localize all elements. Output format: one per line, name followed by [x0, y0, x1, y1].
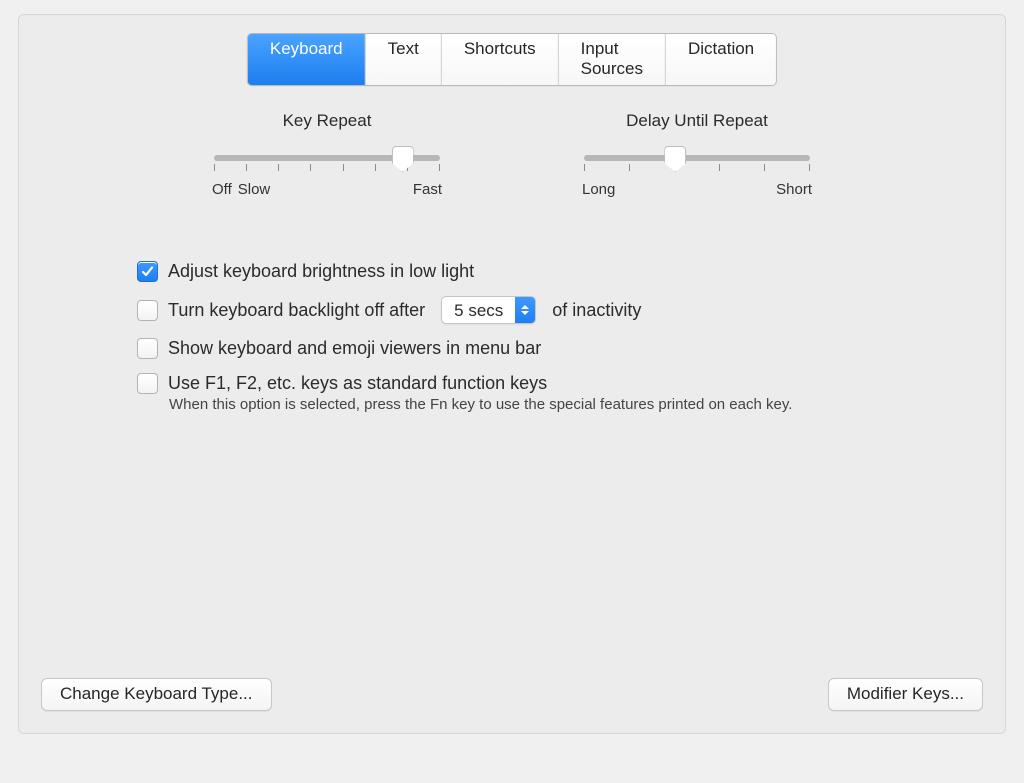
tab-bar: Keyboard Text Shortcuts Input Sources Di…	[247, 33, 777, 86]
chevron-down-icon	[521, 311, 529, 315]
keyboard-preferences-window: Keyboard Text Shortcuts Input Sources Di…	[18, 14, 1006, 734]
key-repeat-title: Key Repeat	[212, 111, 442, 131]
bottom-bar: Change Keyboard Type... Modifier Keys...	[41, 678, 983, 711]
delay-repeat-short-label: Short	[776, 181, 812, 198]
row-function-keys: Use F1, F2, etc. keys as standard functi…	[137, 373, 965, 394]
key-repeat-slow-label: Slow	[238, 181, 271, 198]
delay-repeat-long-label: Long	[582, 181, 615, 198]
hint-function-keys: When this option is selected, press the …	[169, 396, 965, 413]
sliders-row: Key Repeat Off Slow Fast Delay Until Rep…	[19, 111, 1005, 198]
label-backlight-before: Turn keyboard backlight off after	[168, 300, 425, 321]
delay-repeat-slider[interactable]	[584, 155, 810, 161]
checkbox-list: Adjust keyboard brightness in low light …	[137, 261, 965, 413]
check-icon	[141, 265, 154, 278]
label-adjust-brightness: Adjust keyboard brightness in low light	[168, 261, 474, 282]
label-function-keys: Use F1, F2, etc. keys as standard functi…	[168, 373, 547, 394]
tab-text[interactable]: Text	[366, 34, 442, 85]
chevron-up-icon	[521, 305, 529, 309]
tab-input-sources[interactable]: Input Sources	[559, 34, 666, 85]
label-show-viewers: Show keyboard and emoji viewers in menu …	[168, 338, 541, 359]
tab-shortcuts[interactable]: Shortcuts	[442, 34, 559, 85]
key-repeat-fast-label: Fast	[413, 181, 442, 198]
row-show-viewers: Show keyboard and emoji viewers in menu …	[137, 338, 965, 359]
checkbox-adjust-brightness[interactable]	[137, 261, 158, 282]
tab-dictation[interactable]: Dictation	[666, 34, 776, 85]
row-backlight-off: Turn keyboard backlight off after 5 secs…	[137, 296, 965, 324]
label-backlight-after: of inactivity	[552, 300, 641, 321]
delay-repeat-group: Delay Until Repeat Long Short	[582, 111, 812, 198]
backlight-timeout-value: 5 secs	[442, 297, 515, 323]
modifier-keys-button[interactable]: Modifier Keys...	[828, 678, 983, 711]
stepper-icon	[515, 297, 535, 323]
delay-repeat-labels: Long Short	[582, 181, 812, 198]
delay-repeat-title: Delay Until Repeat	[582, 111, 812, 131]
tab-keyboard[interactable]: Keyboard	[248, 34, 366, 85]
key-repeat-group: Key Repeat Off Slow Fast	[212, 111, 442, 198]
row-adjust-brightness: Adjust keyboard brightness in low light	[137, 261, 965, 282]
checkbox-backlight-off[interactable]	[137, 300, 158, 321]
backlight-timeout-select[interactable]: 5 secs	[441, 296, 536, 324]
checkbox-show-viewers[interactable]	[137, 338, 158, 359]
change-keyboard-type-button[interactable]: Change Keyboard Type...	[41, 678, 272, 711]
key-repeat-off-label: Off	[212, 181, 232, 198]
key-repeat-labels: Off Slow Fast	[212, 181, 442, 198]
key-repeat-slider[interactable]	[214, 155, 440, 161]
checkbox-function-keys[interactable]	[137, 373, 158, 394]
